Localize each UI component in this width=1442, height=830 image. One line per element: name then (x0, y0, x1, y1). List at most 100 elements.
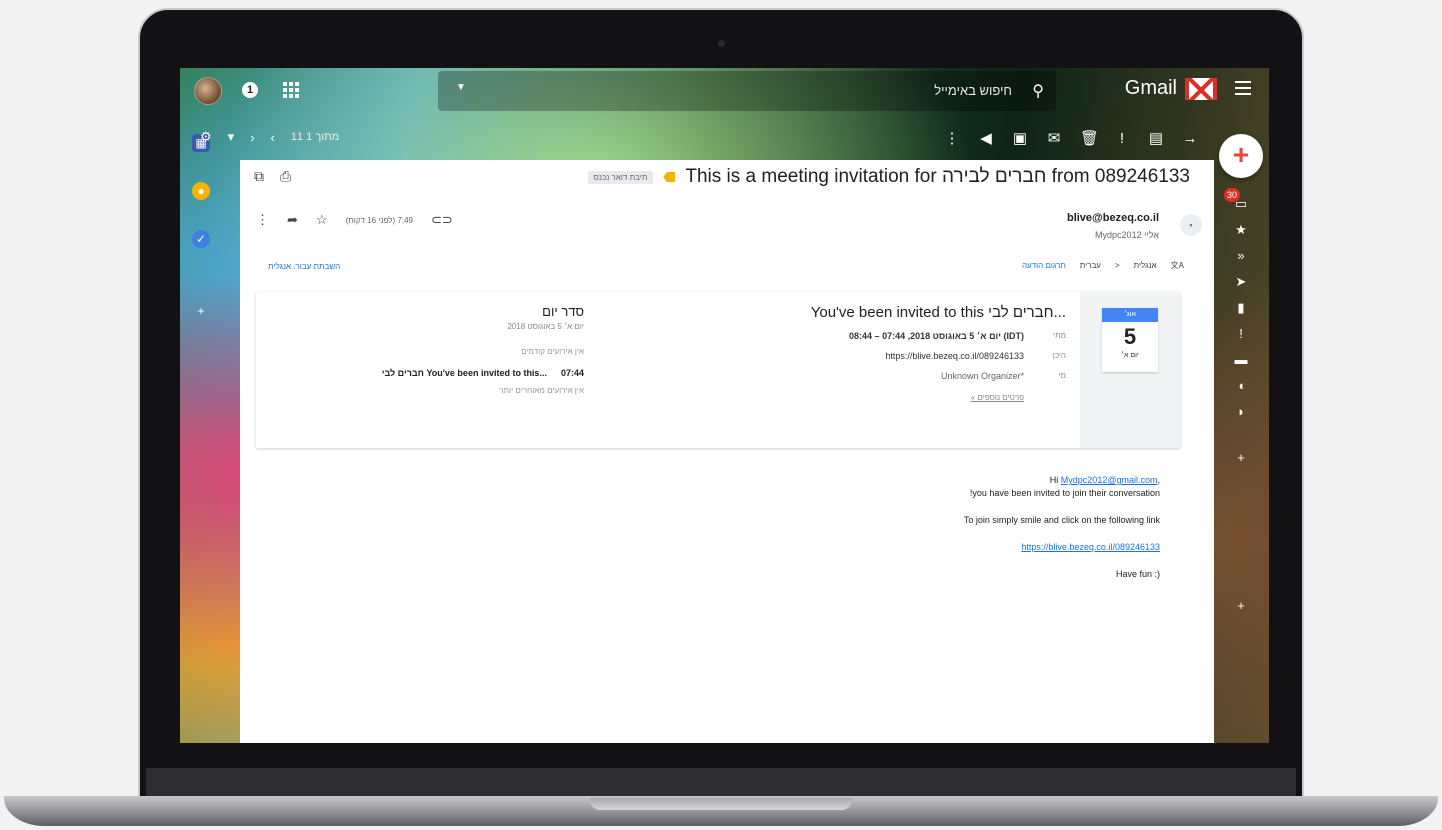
move-to-icon[interactable]: ▣ (1012, 129, 1028, 147)
invite-who-row: מי Unknown Organizer* (596, 371, 1066, 381)
target-language[interactable]: עברית (1080, 261, 1101, 270)
top-bar: Gmail ⚲ חיפוש באימייל ▼ 1 (180, 68, 1269, 114)
message-actions: ⋮ ➦ ☆ 7:49 (לפני 16 דקות) ⊂⊃ (256, 212, 453, 228)
recipient-details[interactable]: אליי Mydpc2012 (1067, 230, 1159, 240)
search-input[interactable]: חיפוש באימייל (934, 83, 1012, 98)
apps-grid-icon[interactable] (283, 82, 299, 98)
invite-who-label: מי (1058, 371, 1066, 380)
invite-when-value: יום א׳ 5 באוגוסט 2018, 07:44 – 08:44 (ID… (849, 331, 1024, 341)
add-label-icon[interactable]: + (1231, 450, 1251, 465)
agenda-event-title: ...You've been invited to this חברים לבי (381, 368, 547, 378)
add-addon-icon[interactable]: + (192, 302, 210, 320)
more-options-icon[interactable]: ⋮ (944, 129, 960, 147)
toolbar-left: ⚙ ▾ › ‹ 11 מתוך 1 (200, 129, 339, 145)
sender-avatar[interactable]: ▪ (1180, 214, 1202, 236)
invite-when-label: מתי (1052, 331, 1066, 340)
agenda-event[interactable]: 07:44 ...You've been invited to this חבר… (336, 368, 584, 378)
gmail-brand[interactable]: Gmail (1125, 77, 1217, 100)
subject-row: תיבת דואר נכנס This is a meeting invitat… (587, 166, 1190, 188)
mark-unread-icon[interactable]: ✉ (1046, 129, 1062, 147)
invite-where-label: היכן (1052, 351, 1066, 360)
input-tools-icon[interactable]: ▾ (228, 129, 235, 145)
agenda-date: יום א׳ 5 באוגוסט 2018 (507, 322, 584, 331)
label-icon[interactable]: ◗ (1231, 404, 1251, 419)
gmail-screen: Gmail ⚲ חיפוש באימייל ▼ 1 ▦ ● ✓ + ⚙ ▾ › … (180, 68, 1269, 743)
invite-details: ...חברים לבי You've been invited to this… (596, 304, 1066, 402)
settings-icon[interactable]: ⚙ (200, 129, 212, 145)
email-body: Hi Mydpc2012@gmail.com, !you have been i… (964, 474, 1160, 595)
labels-icon[interactable]: ◀ (978, 129, 994, 147)
star-icon[interactable]: ☆ (316, 212, 328, 228)
search-bar[interactable]: ⚲ חיפוש באימייל ▼ (438, 71, 1056, 111)
drafts-icon[interactable]: ▮ (1231, 300, 1251, 316)
right-rail: + 30 ▭ ★ » ➤ ▮ ! ▬ ◖ ◗ + + (1214, 130, 1269, 743)
prev-message-icon[interactable]: ‹ (271, 130, 275, 145)
message-toolbar: ⚙ ▾ › ‹ 11 מתוך 1 ⋮ ◀ ▣ ✉ 🗑 ! ▤ → (180, 126, 1210, 154)
back-arrow-icon[interactable]: → (1182, 130, 1198, 147)
report-spam-icon[interactable]: ! (1114, 130, 1130, 147)
invite-title[interactable]: ...חברים לבי You've been invited to this (596, 304, 1066, 321)
calendar-month: אוג׳ (1102, 308, 1158, 322)
new-window-icon[interactable]: ⧉ (254, 168, 264, 185)
panel-top-icons: ⧉ ⎙ (254, 168, 291, 185)
greeting-line: Hi Mydpc2012@gmail.com, (964, 474, 1160, 487)
message-count: 11 מתוך 1 (290, 131, 340, 143)
print-icon[interactable]: ⎙ (280, 168, 291, 185)
body-line-2: To join simply smile and click on the fo… (963, 515, 1160, 525)
toolbar-right: ⋮ ◀ ▣ ✉ 🗑 ! ▤ → (944, 129, 1198, 148)
agenda-title: סדר יום (542, 304, 584, 319)
more-details-link[interactable]: פרטים נוספים » (596, 393, 1066, 402)
body-line-1: !you have been invited to join their con… (969, 488, 1160, 498)
spam-icon[interactable]: ! (1231, 326, 1251, 341)
tasks-icon[interactable]: ✓ (192, 230, 210, 248)
greeting-prefix: Hi (1049, 475, 1061, 485)
important-icon[interactable]: » (1231, 248, 1251, 263)
agenda-no-earlier: אין אירועים קודמים (521, 347, 584, 356)
account-avatar[interactable] (194, 77, 222, 105)
left-rail: ▦ ● ✓ + (180, 126, 224, 426)
join-link[interactable]: https://blive.bezeq.co.il/089246133 (1021, 542, 1160, 552)
laptop-notch (590, 798, 852, 810)
search-options-icon[interactable]: ▼ (456, 82, 466, 93)
calendar-weekday: יום א׳ (1121, 352, 1139, 359)
agenda-event-time: 07:44 (560, 368, 584, 378)
translate-icon: 文A (1170, 261, 1184, 270)
chat-icon[interactable]: ◖ (1231, 378, 1251, 393)
importance-marker-icon[interactable] (663, 172, 676, 182)
translate-bar: 文A אנגלית < עברית תרגום הודעה (1022, 260, 1184, 271)
sender-email[interactable]: blive@bezeq.co.il (1067, 212, 1159, 224)
agenda-no-later: אין אירועים מאוחרים יותר (499, 386, 584, 395)
archive-icon[interactable]: ▤ (1148, 129, 1164, 147)
translate-message-link[interactable]: תרגום הודעה (1022, 261, 1066, 270)
starred-icon[interactable]: ★ (1231, 222, 1251, 238)
add-chat-icon[interactable]: + (1231, 598, 1251, 613)
translate-arrow: < (1114, 261, 1120, 270)
more-icon[interactable]: ⋮ (256, 212, 269, 228)
turn-off-translation-link[interactable]: השבתת עבור: אנגלית (268, 262, 340, 271)
recipient-email-link[interactable]: Mydpc2012@gmail.com (1061, 475, 1158, 485)
inbox-icon[interactable]: ▭ (1231, 196, 1251, 212)
invite-where-value: https://blive.bezeq.co.il/089246133 (885, 351, 1024, 361)
notification-badge[interactable]: 1 (242, 82, 258, 98)
inbox-label-chip[interactable]: תיבת דואר נכנס (587, 170, 654, 184)
source-language[interactable]: אנגלית (1134, 261, 1157, 270)
main-menu-icon[interactable] (1235, 81, 1251, 95)
invite-who-value: Unknown Organizer* (940, 371, 1024, 381)
calendar-date-icon: אוג׳ 5 יום א׳ (1102, 308, 1158, 372)
sender-block: blive@bezeq.co.il אליי Mydpc2012 (1067, 212, 1159, 240)
calendar-invite-card: אוג׳ 5 יום א׳ ...חברים לבי You've been i… (256, 292, 1180, 448)
search-icon[interactable]: ⚲ (1032, 81, 1044, 101)
closing-line: Have fun :) (1115, 569, 1160, 579)
delete-icon[interactable]: 🗑 (1080, 129, 1099, 147)
message-time: 7:49 (לפני 16 דקות) (345, 215, 413, 225)
reply-icon[interactable]: ➦ (287, 212, 298, 228)
compose-button[interactable]: + (1219, 134, 1263, 178)
calendar-tile: אוג׳ 5 יום א׳ (1080, 292, 1180, 448)
keep-icon[interactable]: ● (192, 182, 210, 200)
laptop-bezel (146, 768, 1296, 796)
sent-icon[interactable]: ➤ (1231, 274, 1251, 290)
invite-where-row: היכן https://blive.bezeq.co.il/089246133 (596, 351, 1066, 361)
trash-icon[interactable]: ▬ (1231, 352, 1251, 367)
next-message-icon[interactable]: › (250, 130, 254, 145)
email-subject: This is a meeting invitation for חברים ל… (685, 166, 1190, 187)
